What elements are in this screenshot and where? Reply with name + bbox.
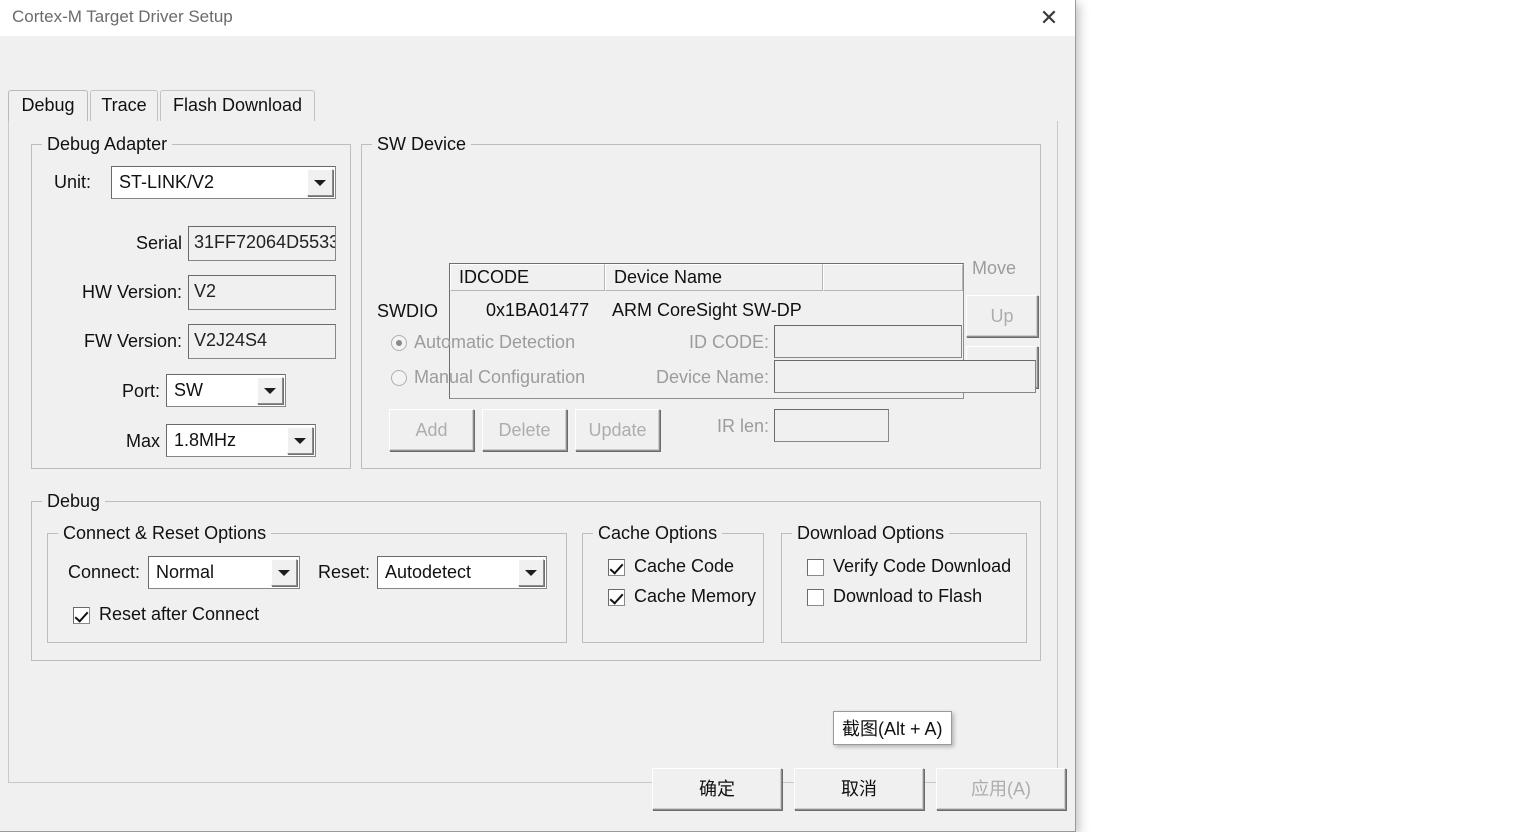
move-up-button[interactable]: Up — [966, 295, 1038, 337]
screenshot-tooltip: 截图(Alt + A) — [833, 711, 952, 745]
automatic-detection-radio[interactable] — [391, 335, 407, 351]
id-code-input[interactable] — [774, 325, 962, 358]
reset-after-connect-checkbox[interactable] — [73, 607, 90, 624]
chevron-down-icon[interactable] — [518, 559, 544, 586]
id-code-label: ID CODE: — [688, 332, 769, 352]
download-options-group: Download Options Verify Code Download Do… — [781, 523, 1027, 643]
cache-memory-label: Cache Memory — [634, 586, 757, 606]
add-button[interactable]: Add — [389, 409, 474, 451]
dialog-body: Debug Trace Flash Download Debug Adapter… — [0, 36, 1075, 831]
background-application: ✕ ✕ Linker Debug Utilities — [1060, 0, 1521, 832]
dialog-title: Cortex-M Target Driver Setup — [12, 7, 233, 26]
cell-idcode: 0x1BA01477 — [486, 300, 590, 320]
serial-label: Serial — [135, 233, 182, 253]
unit-select[interactable]: ST-LINK/V2 — [111, 166, 336, 199]
connect-label: Connect: — [68, 562, 141, 582]
connect-reset-caption: Connect & Reset Options — [58, 523, 272, 544]
debug-adapter-group: Debug Adapter Unit: ST-LINK/V2 Serial 31… — [31, 134, 351, 469]
reset-label: Reset: — [318, 562, 371, 582]
tab-flash-download[interactable]: Flash Download — [160, 90, 315, 121]
chevron-down-icon[interactable] — [307, 169, 333, 196]
update-button[interactable]: Update — [575, 409, 660, 451]
port-select-value: SW — [174, 380, 203, 400]
max-clock-select[interactable]: 1.8MHz — [166, 424, 316, 457]
device-name-label: Device Name: — [655, 367, 769, 387]
close-icon[interactable]: ✕ — [1035, 6, 1063, 30]
unit-label: Unit: — [54, 172, 92, 192]
move-label: Move — [972, 258, 1017, 278]
column-empty — [823, 264, 963, 291]
fw-version-value: V2J24S4 — [188, 324, 336, 359]
connect-select-value: Normal — [156, 562, 215, 582]
reset-after-connect-label: Reset after Connect — [99, 604, 260, 624]
download-to-flash-label: Download to Flash — [833, 586, 983, 606]
cache-options-caption: Cache Options — [593, 523, 723, 544]
reset-select[interactable]: Autodetect — [377, 556, 547, 589]
chevron-down-icon[interactable] — [257, 377, 283, 404]
download-to-flash-checkbox[interactable] — [807, 589, 824, 606]
tab-trace[interactable]: Trace — [90, 90, 158, 121]
ok-button[interactable]: 确定 — [652, 768, 782, 810]
connect-select[interactable]: Normal — [148, 556, 300, 589]
delete-button[interactable]: Delete — [482, 409, 567, 451]
cache-code-checkbox[interactable] — [608, 559, 625, 576]
serial-value: 31FF72064D5533 — [188, 226, 336, 261]
apply-button[interactable]: 应用(A) — [936, 768, 1066, 810]
connect-reset-options-group: Connect & Reset Options Connect: Normal … — [47, 523, 567, 643]
download-options-caption: Download Options — [792, 523, 950, 544]
tab-debug[interactable]: Debug — [8, 90, 88, 121]
cache-options-group: Cache Options Cache Code Cache Memory — [582, 523, 764, 643]
swdio-label: SWDIO — [377, 301, 438, 321]
column-device-name: Device Name — [605, 264, 823, 291]
cancel-button[interactable]: 取消 — [794, 768, 924, 810]
device-name-input[interactable] — [774, 360, 1036, 393]
verify-code-download-label: Verify Code Download — [833, 556, 1012, 576]
sw-device-caption: SW Device — [372, 134, 472, 155]
unit-select-value: ST-LINK/V2 — [119, 172, 215, 192]
port-select[interactable]: SW — [166, 374, 286, 407]
max-label: Max — [125, 431, 160, 451]
max-clock-select-value: 1.8MHz — [174, 430, 237, 450]
automatic-detection-label: Automatic Detection — [414, 332, 576, 352]
hw-version-label: HW Version: — [81, 282, 182, 302]
verify-code-download-checkbox[interactable] — [807, 559, 824, 576]
dialog-titlebar: Cortex-M Target Driver Setup ✕ — [0, 0, 1075, 36]
cache-code-label: Cache Code — [634, 556, 735, 576]
debug-group-caption: Debug — [42, 491, 106, 512]
column-idcode: IDCODE — [450, 264, 605, 291]
cache-memory-checkbox[interactable] — [608, 589, 625, 606]
fw-version-label: FW Version: — [83, 331, 182, 351]
debug-tab-panel: Debug Adapter Unit: ST-LINK/V2 Serial 31… — [8, 121, 1058, 783]
cell-device-name: ARM CoreSight SW-DP — [612, 300, 802, 320]
chevron-down-icon[interactable] — [287, 427, 313, 454]
reset-select-value: Autodetect — [385, 562, 472, 582]
device-list-header: IDCODE Device Name — [450, 264, 963, 291]
manual-configuration-label: Manual Configuration — [414, 367, 586, 387]
manual-configuration-radio[interactable] — [391, 370, 407, 386]
debug-adapter-caption: Debug Adapter — [42, 134, 173, 155]
hw-version-value: V2 — [188, 275, 336, 310]
chevron-down-icon[interactable] — [271, 559, 297, 586]
ir-len-input[interactable] — [774, 409, 889, 442]
cortex-m-target-driver-setup-dialog: Cortex-M Target Driver Setup ✕ Debug Tra… — [0, 0, 1076, 832]
port-label: Port: — [121, 381, 160, 401]
